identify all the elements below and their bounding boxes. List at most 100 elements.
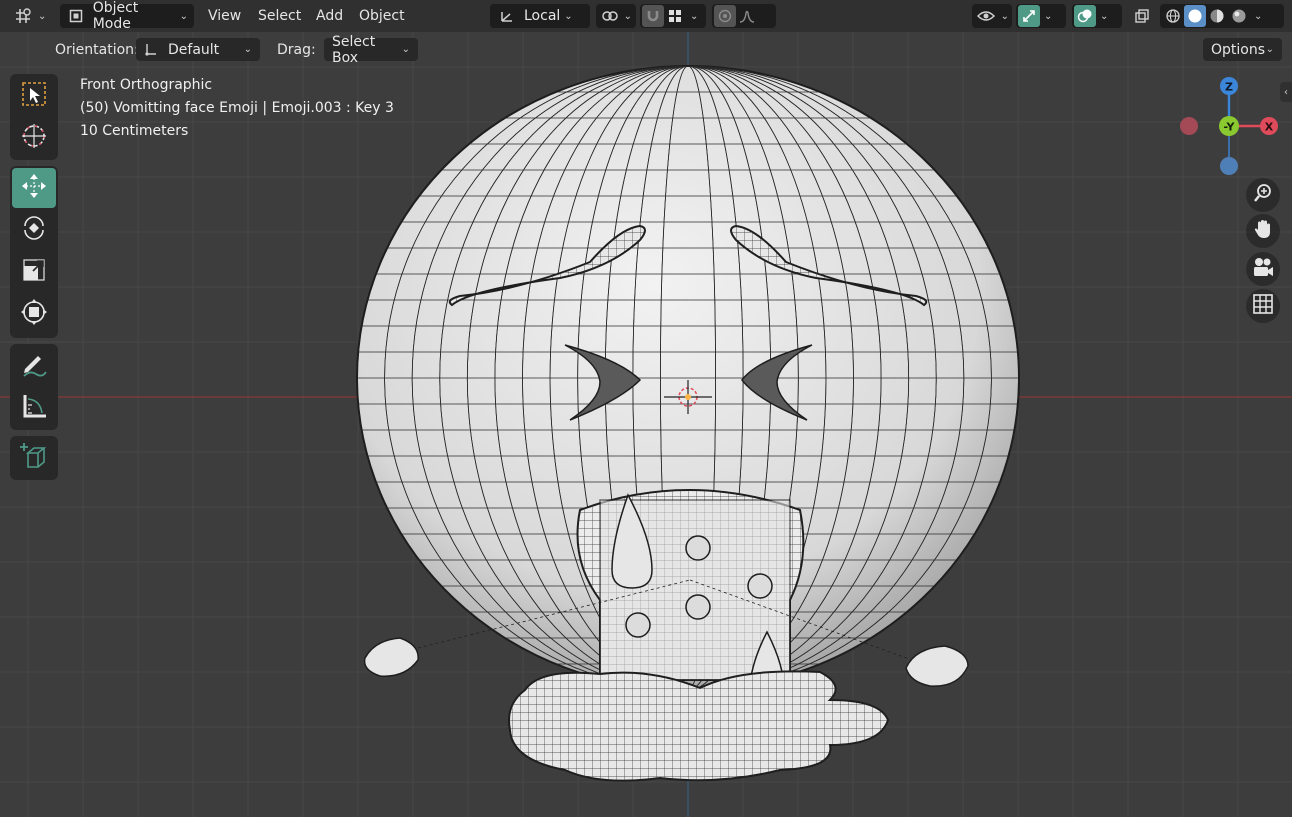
menu-select[interactable]: Select [252,4,307,28]
xray-icon [1131,5,1153,27]
chevron-down-icon: ⌄ [1254,10,1263,22]
toolbar-group-add [10,436,58,480]
proportional-editing-group[interactable] [712,4,776,28]
chevron-down-icon: ⌄ [1100,10,1109,22]
gizmo-neg-z [1220,157,1238,175]
overlays-icon[interactable] [1074,5,1096,27]
view-name: Front Orthographic [80,77,213,93]
move-tool[interactable] [12,168,56,208]
material-preview-icon[interactable] [1206,5,1228,27]
eye-icon [975,5,997,27]
chevron-down-icon: ⌄ [38,10,47,22]
grid-editor-icon [12,5,34,27]
gizmo-icon[interactable] [1018,5,1040,27]
transform-tool[interactable] [12,294,56,334]
local-axes-icon [496,5,518,27]
scale-tool[interactable] [12,252,56,292]
chunk [685,594,711,620]
chevron-down-icon: ⌄ [1044,10,1053,22]
chevron-down-icon: ⌄ [623,10,632,22]
chevron-down-icon: ⌄ [179,10,188,22]
mode-dropdown[interactable]: Object Mode ⌄ [60,0,194,32]
toolbar-group-transform [10,166,58,338]
wireframe-shading-icon[interactable] [1162,5,1184,27]
pivot-icon [600,5,620,27]
snap-increment-icon[interactable] [664,5,686,27]
rendered-shading-icon[interactable] [1228,5,1250,27]
drag-dropdown[interactable]: Select Box ⌄ [324,34,418,66]
overlays-toggle-group[interactable]: ⌄ [1072,4,1122,28]
options-label: Options [1211,41,1266,58]
chevron-down-icon: ⌄ [564,10,573,22]
object-info: (50) Vomitting face Emoji | Emoji.003 : … [80,100,394,116]
menu-view[interactable]: View [202,4,247,28]
annotate-tool[interactable] [12,346,56,386]
transform-orientation-dropdown[interactable]: Local ⌄ [490,4,590,28]
viewport-canvas[interactable] [0,0,1292,817]
pivot-point-dropdown[interactable]: ⌄ [596,4,636,28]
select-box-icon [21,81,47,111]
magnet-icon[interactable] [642,5,664,27]
add-cube-tool[interactable] [12,438,56,478]
navigation-gizmo[interactable]: Z -Y X [1172,70,1282,180]
chevron-left-icon: ‹ [1284,86,1288,98]
menu-add[interactable]: Add [310,4,349,28]
visibility-dropdown[interactable]: ⌄ [972,4,1012,28]
sidebar-toggle[interactable]: ‹ [1280,82,1292,102]
snapping-group[interactable]: ⌄ [640,4,706,28]
splash-left [363,637,419,677]
chunk [747,573,773,599]
chunk [685,535,711,561]
move-icon [20,172,48,204]
select-box-tool[interactable] [12,76,56,116]
zoom-icon [1252,182,1274,208]
chevron-down-icon: ⌄ [1265,44,1274,55]
camera-icon [1251,256,1275,282]
editor-type-button[interactable]: ⌄ [12,4,52,28]
falloff-curve-icon[interactable] [736,5,758,27]
chevron-down-icon: ⌄ [243,44,252,55]
gizmo-label-z: Z [1225,81,1233,94]
orientation-value: Default [168,41,220,58]
camera-view-button[interactable] [1246,252,1280,286]
object-mode-icon [66,5,87,27]
pan-button[interactable] [1246,214,1280,248]
rotate-icon [20,214,48,246]
mode-label: Object Mode [92,0,139,32]
proportional-edit-icon[interactable] [714,5,736,27]
cursor-tool[interactable] [12,118,56,158]
measure-icon [20,392,48,424]
gizmo-label-x: X [1265,121,1274,134]
add-cube-icon [19,441,49,475]
drag-value: Select Box [332,33,376,66]
viewport-header: ⌄ Object Mode ⌄ View Select Add Object L… [0,0,1292,32]
chevron-down-icon: ⌄ [1000,10,1009,22]
rotate-tool[interactable] [12,210,56,250]
zoom-button[interactable] [1246,178,1280,212]
3d-viewport[interactable]: ⌄ Object Mode ⌄ View Select Add Object L… [0,0,1292,817]
shading-modes[interactable]: ⌄ [1160,4,1284,28]
toolbar-group-annotate [10,344,58,430]
options-dropdown[interactable]: Options ⌄ [1203,38,1282,61]
chunk [625,612,651,638]
splash-right [905,645,969,687]
grid-view-icon [1252,293,1274,319]
axes-icon [144,42,162,58]
menu-object[interactable]: Object [353,4,411,28]
chevron-down-icon: ⌄ [401,44,410,55]
scale-info: 10 Centimeters [80,123,189,139]
transform-icon [20,298,48,330]
chevron-down-icon: ⌄ [690,10,699,22]
hand-icon [1252,218,1274,244]
ortho-toggle-button[interactable] [1246,289,1280,323]
cursor-icon [20,122,48,154]
orientation-dropdown[interactable]: Default ⌄ [136,38,260,61]
orientation-label: Local [524,8,561,24]
xray-toggle[interactable] [1128,4,1156,28]
solid-shading-icon[interactable] [1184,5,1206,27]
emoji-mesh [356,65,1020,782]
gizmo-toggle-group[interactable]: ⌄ [1016,4,1066,28]
measure-tool[interactable] [12,388,56,428]
drag-label: Drag: [277,42,316,58]
orientation-label: Orientation: [55,42,139,58]
